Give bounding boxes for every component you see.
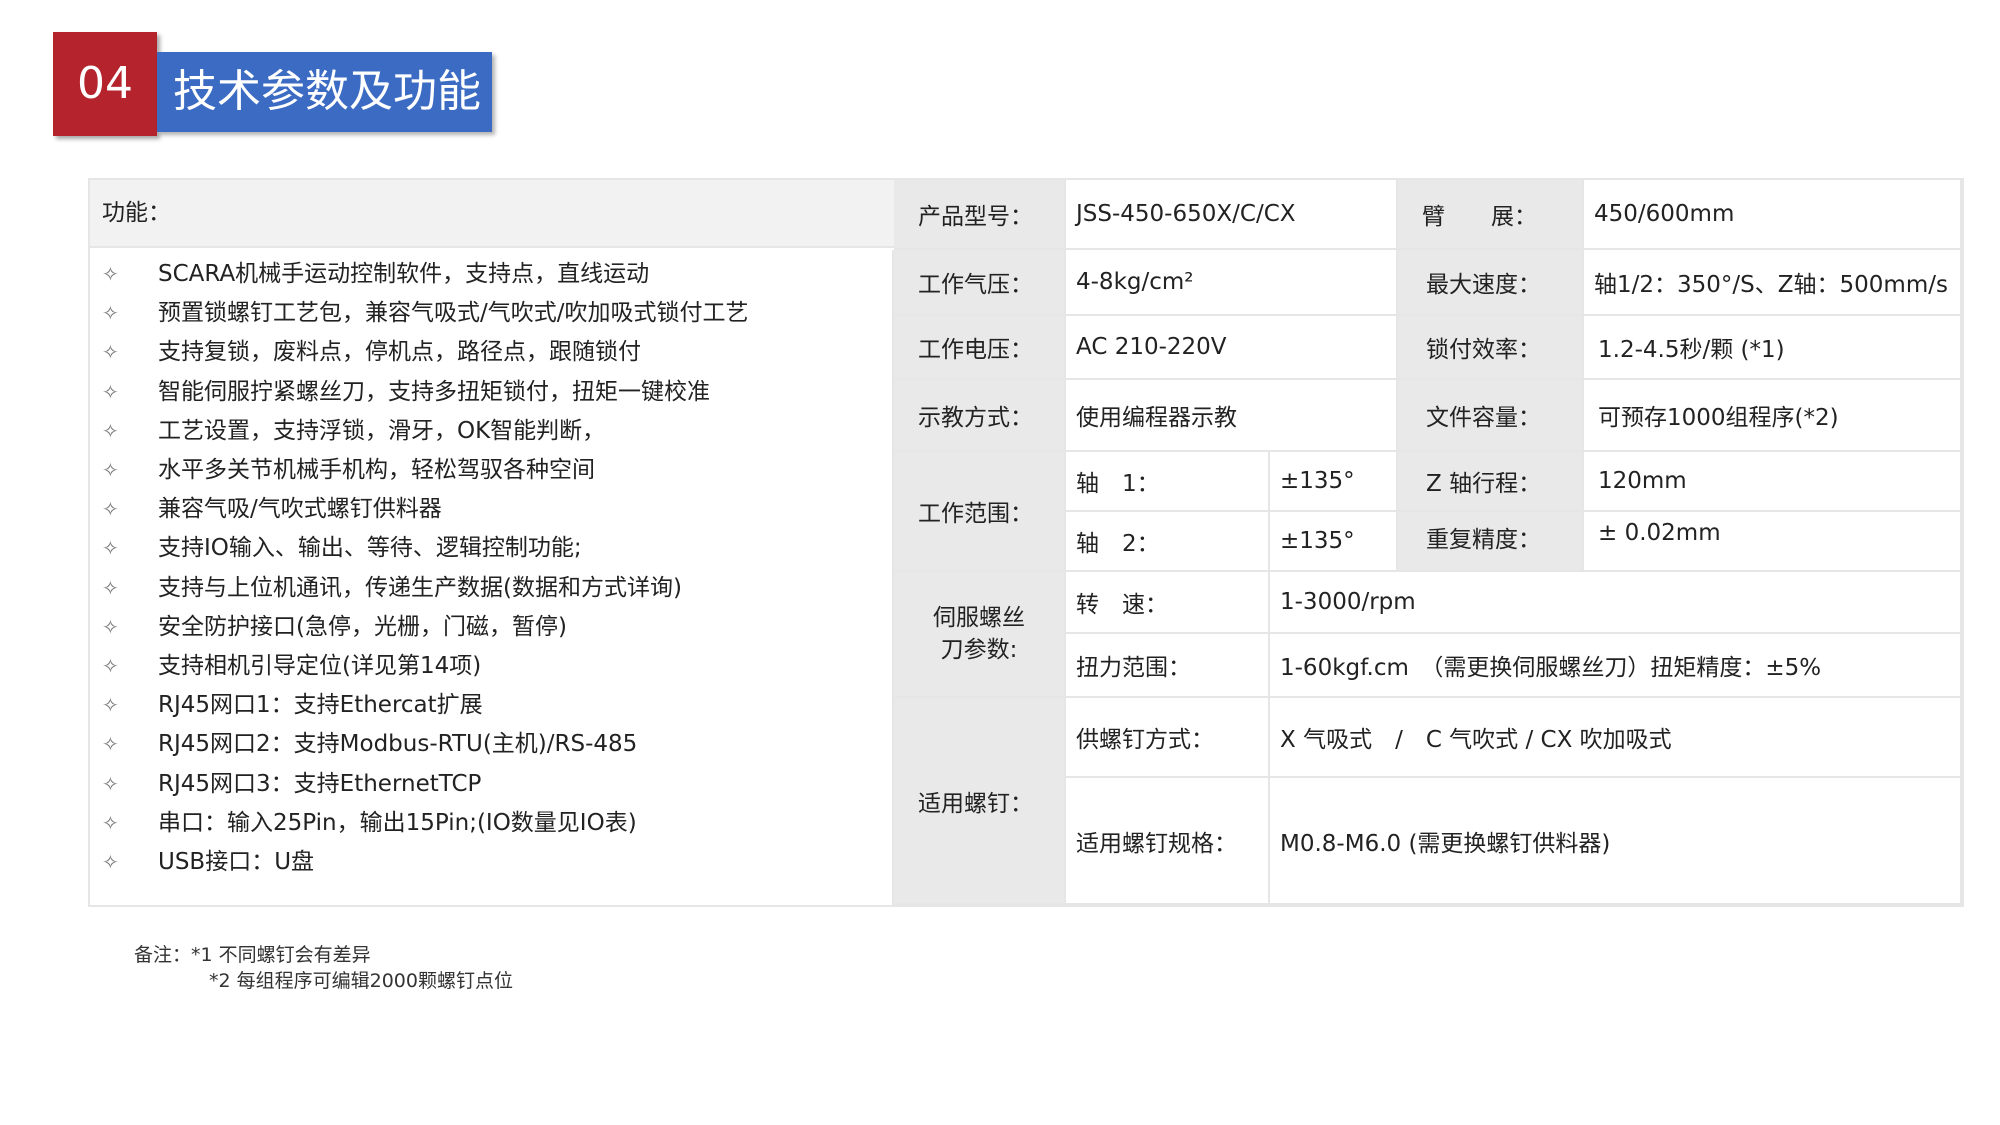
function-item: ✧ 支持相机引导定位(详见第14项): [90, 647, 890, 686]
function-item: ✧ 支持复锁，废料点，停机点，路径点，跟随锁付: [90, 333, 890, 372]
four-point-star-outline-icon: ✧: [102, 497, 119, 522]
four-point-star-outline-icon: ✧: [102, 810, 119, 835]
air-pressure-value: 4-8kg/cm²: [1066, 250, 1398, 316]
function-item-text: RJ45网口3：支持EthernetTCP: [158, 770, 482, 797]
four-point-star-outline-icon: ✧: [102, 418, 119, 443]
function-item-text: 工艺设置，支持浮锁，滑牙，OK智能判断，: [158, 417, 606, 444]
function-item-text: 支持IO输入、输出、等待、逻辑控制功能;: [158, 535, 582, 562]
functions-list: ✧ SCARA机械手运动控制软件，支持点，直线运动 ✧ 预置锁螺钉工艺包，兼容气吸式/…: [90, 250, 894, 905]
torque-value: 1-60kgf.cm （需更换伺服螺丝刀）扭矩精度：±5%: [1270, 634, 1962, 698]
function-item: ✧ 工艺设置，支持浮锁，滑牙，OK智能判断，: [90, 412, 890, 451]
screw-spec-label: 适用螺钉规格：: [1066, 778, 1270, 905]
max-speed-label: 最大速度：: [1398, 250, 1584, 316]
four-point-star-outline-icon: ✧: [102, 614, 119, 639]
function-item-text: 支持相机引导定位(详见第14项): [158, 653, 482, 679]
function-item: ✧ 水平多关节机械手机构，轻松驾驭各种空间: [90, 451, 890, 490]
teach-value: 使用编程器示教: [1066, 380, 1398, 452]
function-item: ✧ 支持与上位机通讯，传递生产数据(数据和方式详询): [90, 569, 890, 608]
working-range-label: 工作范围：: [894, 452, 1066, 572]
function-item: ✧ 安全防护接口(急停，光栅，门磁，暂停): [90, 608, 890, 647]
rpm-value: 1-3000/rpm: [1270, 572, 1962, 634]
z-stroke-label: Z 轴行程：: [1398, 452, 1584, 512]
note-line-2: *2 每组程序可编辑2000颗螺钉点位: [209, 970, 513, 992]
function-item-text: 水平多关节机械手机构，轻松驾驭各种空间: [158, 457, 595, 483]
file-capacity-label: 文件容量：: [1398, 380, 1584, 452]
function-item-text: 支持与上位机通讯，传递生产数据(数据和方式详询): [158, 574, 682, 601]
function-item: ✧ RJ45网口1：支持Ethercat扩展: [90, 686, 890, 725]
voltage-value: AC 210-220V: [1066, 316, 1398, 380]
function-item: ✧ RJ45网口2：支持Modbus-RTU(主机)/RS-485: [90, 725, 890, 764]
function-item: ✧ 支持IO输入、输出、等待、逻辑控制功能;: [90, 529, 890, 568]
four-point-star-outline-icon: ✧: [102, 850, 119, 874]
function-item-text: SCARA机械手运动控制软件，支持点，直线运动: [158, 261, 650, 287]
teach-label: 示教方式：: [894, 380, 1066, 452]
file-capacity-value: 可预存1000组程序(*2): [1584, 380, 1962, 452]
servo-screwdriver-label: 伺服螺丝刀参数:: [894, 572, 1066, 698]
axis1-value: ±135°: [1270, 452, 1398, 512]
efficiency-value: 1.2-4.5秒/颗 (*1): [1584, 316, 1962, 380]
four-point-star-outline-icon: ✧: [102, 301, 119, 326]
four-point-star-outline-icon: ✧: [102, 458, 119, 482]
function-item-text: RJ45网口2：支持Modbus-RTU(主机)/RS-485: [158, 731, 638, 758]
rpm-label: 转 速：: [1066, 572, 1270, 634]
function-item: ✧ RJ45网口3：支持EthernetTCP: [90, 765, 890, 804]
function-item: ✧ 串口：输入25Pin，输出15Pin;(IO数量见IO表): [90, 804, 890, 843]
z-stroke-value: 120mm: [1584, 452, 1962, 512]
feed-method-label: 供螺钉方式：: [1066, 698, 1270, 778]
max-speed-value: 轴1/2：350°/S、Z轴：500mm/s: [1584, 250, 1962, 316]
four-point-star-outline-icon: ✧: [102, 654, 119, 678]
function-item: ✧ USB接口：U盘: [90, 843, 890, 882]
four-point-star-outline-icon: ✧: [102, 536, 119, 561]
function-item-text: 串口：输入25Pin，输出15Pin;(IO数量见IO表): [158, 809, 637, 836]
efficiency-label: 锁付效率：: [1398, 316, 1584, 380]
model-value: JSS-450-650X/C/CX: [1066, 180, 1398, 250]
repeat-accuracy-value: ± 0.02mm: [1584, 512, 1962, 572]
function-item: ✧ SCARA机械手运动控制软件，支持点，直线运动: [90, 255, 890, 294]
repeat-accuracy-label: 重复精度：: [1398, 512, 1584, 572]
four-point-star-outline-icon: ✧: [102, 262, 119, 286]
arm-label: 臂 展：: [1398, 180, 1584, 250]
arm-value: 450/600mm: [1584, 180, 1962, 250]
four-point-star-outline-icon: ✧: [102, 379, 119, 404]
function-item: ✧ 智能伺服拧紧螺丝刀，支持多扭矩锁付，扭矩一键校准: [90, 373, 890, 412]
feed-method-value: X 气吸式 / C 气吹式 / CX 吹加吸式: [1270, 698, 1962, 778]
air-pressure-label: 工作气压：: [894, 250, 1066, 316]
function-item-text: RJ45网口1：支持Ethercat扩展: [158, 692, 483, 719]
function-item-text: 智能伺服拧紧螺丝刀，支持多扭矩锁付，扭矩一键校准: [158, 378, 710, 405]
function-item-text: 预置锁螺钉工艺包，兼容气吸式/气吹式/吹加吸式锁付工艺: [158, 300, 749, 327]
applicable-screw-label: 适用螺钉：: [894, 698, 1066, 905]
axis2-label: 轴 2：: [1066, 512, 1270, 572]
note-line-1: 备注：*1 不同螺钉会有差异: [134, 944, 371, 966]
four-point-star-outline-icon: ✧: [102, 732, 119, 757]
model-label: 产品型号：: [894, 180, 1066, 250]
section-title: 技术参数及功能: [157, 52, 492, 132]
axis2-value: ±135°: [1270, 512, 1398, 572]
function-item-text: 兼容气吸/气吹式螺钉供料器: [158, 496, 442, 523]
section-number-badge: 04: [53, 32, 157, 136]
torque-label: 扭力范围：: [1066, 634, 1270, 698]
four-point-star-outline-icon: ✧: [102, 575, 119, 600]
four-point-star-outline-icon: ✧: [102, 693, 119, 718]
axis1-label: 轴 1：: [1066, 452, 1270, 512]
function-item-text: 支持复锁，废料点，停机点，路径点，跟随锁付: [158, 339, 641, 366]
function-item: ✧ 预置锁螺钉工艺包，兼容气吸式/气吹式/吹加吸式锁付工艺: [90, 294, 890, 333]
screw-spec-value: M0.8-M6.0 (需更换螺钉供料器): [1270, 778, 1962, 905]
voltage-label: 工作电压：: [894, 316, 1066, 380]
four-point-star-outline-icon: ✧: [102, 340, 119, 365]
functions-heading: 功能：: [90, 180, 894, 248]
function-item-text: USB接口：U盘: [158, 849, 315, 875]
four-point-star-outline-icon: ✧: [102, 771, 119, 796]
function-item: ✧ 兼容气吸/气吹式螺钉供料器: [90, 490, 890, 529]
function-item-text: 安全防护接口(急停，光栅，门磁，暂停): [158, 613, 567, 640]
